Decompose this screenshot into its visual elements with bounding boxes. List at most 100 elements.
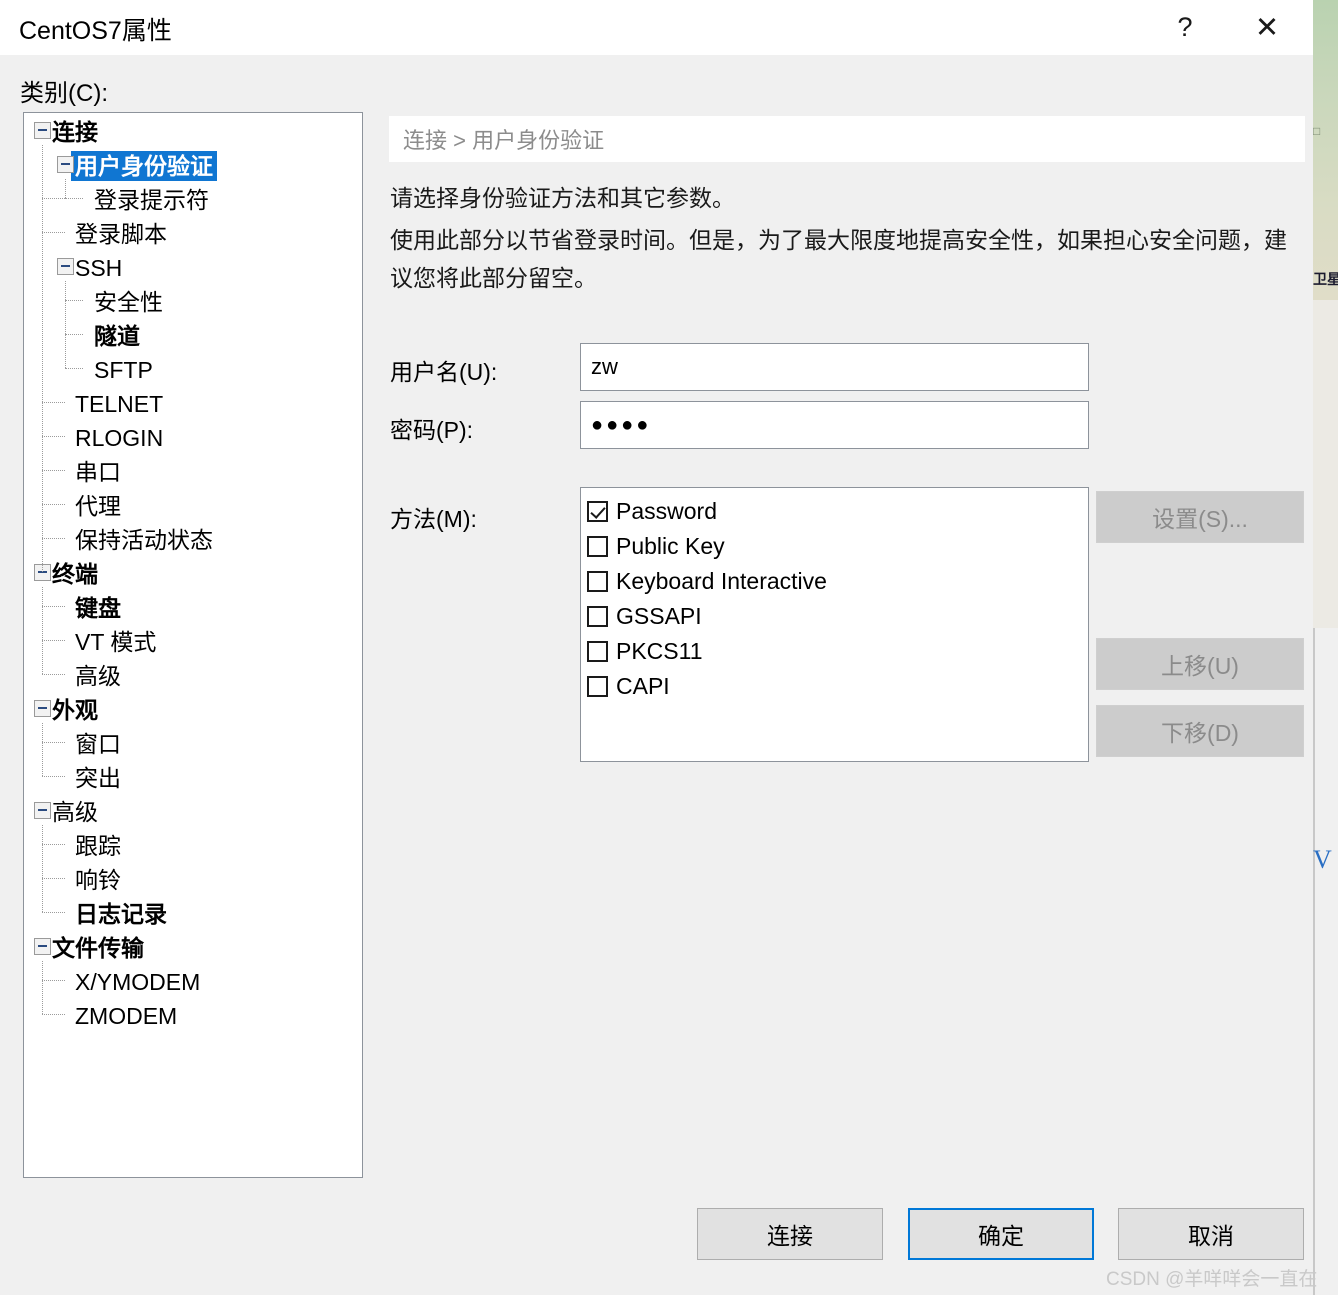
tree-item-17[interactable]: 外观 — [24, 691, 362, 725]
tree-item-23[interactable]: 日志记录 — [24, 895, 362, 929]
tree-collapse-icon[interactable] — [57, 156, 74, 173]
tree-item-label: 登录脚本 — [75, 220, 167, 247]
tree-connector-line — [42, 723, 43, 776]
tree-connector-line — [42, 825, 43, 912]
tree-item-label: RLOGIN — [75, 424, 164, 451]
method-item-label: Public Key — [616, 533, 725, 559]
tree-item-16[interactable]: 高级 — [24, 657, 362, 691]
username-label: 用户名(U): — [390, 359, 498, 385]
tree-item-19[interactable]: 突出 — [24, 759, 362, 793]
tree-connector-line — [42, 606, 65, 607]
password-input[interactable] — [580, 401, 1089, 449]
checkbox-unchecked-icon[interactable] — [587, 536, 608, 557]
tree-connector-line — [42, 198, 65, 199]
ok-button[interactable]: 确定 — [908, 1208, 1094, 1260]
method-item-gssapi[interactable]: GSSAPI — [587, 599, 1088, 634]
tree-collapse-icon[interactable] — [34, 700, 51, 717]
breadcrumb-bar: 连接 > 用户身份验证 — [389, 116, 1305, 162]
tree-item-label: 高级 — [52, 798, 98, 825]
method-item-pkcs11[interactable]: PKCS11 — [587, 634, 1088, 669]
close-icon[interactable]: ✕ — [1235, 0, 1299, 55]
move-down-button[interactable]: 下移(D) — [1096, 705, 1304, 757]
tree-connector-line — [42, 1014, 65, 1015]
tree-item-label: SSH — [75, 254, 123, 281]
watermark: CSDN @羊咩咩会一直在 — [1106, 1269, 1318, 1290]
tree-item-21[interactable]: 跟踪 — [24, 827, 362, 861]
tree-item-1[interactable]: 用户身份验证 — [24, 147, 362, 181]
tree-connector-line — [42, 587, 43, 674]
tree-connector-line — [65, 281, 66, 368]
description-primary: 请选择身份验证方法和其它参数。 — [390, 185, 735, 211]
tree-connector-line — [42, 961, 43, 1014]
tree-connector-line — [42, 436, 65, 437]
tree-collapse-icon[interactable] — [34, 938, 51, 955]
cancel-button[interactable]: 取消 — [1118, 1208, 1304, 1260]
tree-connector-line — [65, 368, 83, 369]
tree-connector-line — [42, 980, 65, 981]
tree-connector-line — [65, 179, 66, 198]
tree-item-18[interactable]: 窗口 — [24, 725, 362, 759]
tree-item-label: X/YMODEM — [75, 968, 201, 995]
description-secondary: 使用此部分以节省登录时间。但是，为了最大限度地提高安全性，如果担心安全问题，建议… — [390, 227, 1287, 291]
help-icon[interactable]: ? — [1153, 0, 1217, 55]
username-input[interactable] — [580, 343, 1089, 391]
tree-item-12[interactable]: 保持活动状态 — [24, 521, 362, 555]
method-item-label: Password — [616, 498, 717, 524]
tree-item-label: 保持活动状态 — [75, 526, 213, 553]
tree-item-8[interactable]: TELNET — [24, 385, 362, 419]
method-label: 方法(M): — [390, 506, 477, 532]
tree-item-22[interactable]: 响铃 — [24, 861, 362, 895]
method-item-keyboard-interactive[interactable]: Keyboard Interactive — [587, 564, 1088, 599]
method-item-password[interactable]: Password — [587, 494, 1088, 529]
tree-item-label: 日志记录 — [75, 900, 167, 927]
tree-collapse-icon[interactable] — [34, 122, 51, 139]
checkbox-checked-icon[interactable] — [587, 501, 608, 522]
tree-item-label: 响铃 — [75, 866, 121, 893]
method-item-capi[interactable]: CAPI — [587, 669, 1088, 704]
tree-item-label: 突出 — [75, 764, 121, 791]
setup-button[interactable]: 设置(S)... — [1096, 491, 1304, 543]
password-label: 密码(P): — [390, 417, 474, 443]
tree-connector-line — [42, 470, 65, 471]
tree-connector-line — [42, 402, 65, 403]
checkbox-unchecked-icon[interactable] — [587, 676, 608, 697]
method-item-public-key[interactable]: Public Key — [587, 529, 1088, 564]
method-list[interactable]: Password Public Key Keyboard Interactive GS… — [580, 487, 1089, 762]
checkbox-unchecked-icon[interactable] — [587, 641, 608, 662]
checkbox-unchecked-icon[interactable] — [587, 571, 608, 592]
tree-connector-line — [65, 300, 83, 301]
background-window-fragment-v: V — [1313, 845, 1332, 874]
tree-item-10[interactable]: 串口 — [24, 453, 362, 487]
tree-item-3[interactable]: 登录脚本 — [24, 215, 362, 249]
tree-item-14[interactable]: 键盘 — [24, 589, 362, 623]
tree-item-label: 代理 — [75, 492, 121, 519]
category-tree[interactable]: 连接 用户身份验证 登录提示符 登录脚本 SSH 安全性 隧道 SFTP TELNET RLOGI… — [23, 112, 363, 1178]
tree-connector-line — [42, 640, 65, 641]
connect-button[interactable]: 连接 — [697, 1208, 883, 1260]
move-up-button[interactable]: 上移(U) — [1096, 638, 1304, 690]
tree-collapse-icon[interactable] — [34, 802, 51, 819]
tree-connector-line — [42, 504, 65, 505]
tree-item-label: TELNET — [75, 390, 164, 417]
tree-item-0[interactable]: 连接 — [24, 113, 362, 147]
background-window-fragment-a: □ — [1313, 124, 1321, 138]
tree-item-26[interactable]: ZMODEM — [24, 997, 362, 1031]
checkbox-unchecked-icon[interactable] — [587, 606, 608, 627]
tree-collapse-icon[interactable] — [57, 258, 74, 275]
tree-item-25[interactable]: X/YMODEM — [24, 963, 362, 997]
tree-item-label: 窗口 — [75, 730, 121, 757]
tree-item-9[interactable]: RLOGIN — [24, 419, 362, 453]
tree-item-15[interactable]: VT 模式 — [24, 623, 362, 657]
tree-connector-line — [42, 145, 43, 572]
tree-item-label: VT 模式 — [75, 628, 157, 655]
tree-item-label: 文件传输 — [52, 934, 144, 961]
tree-connector-line — [42, 742, 65, 743]
tree-item-24[interactable]: 文件传输 — [24, 929, 362, 963]
tree-item-4[interactable]: SSH — [24, 249, 362, 283]
tree-item-13[interactable]: 终端 — [24, 555, 362, 589]
background-window-fragment-b: 卫星 — [1313, 272, 1338, 287]
title-bar: CentOS7属性 ? ✕ — [0, 0, 1313, 55]
tree-item-11[interactable]: 代理 — [24, 487, 362, 521]
tree-connector-line — [42, 232, 65, 233]
tree-item-20[interactable]: 高级 — [24, 793, 362, 827]
